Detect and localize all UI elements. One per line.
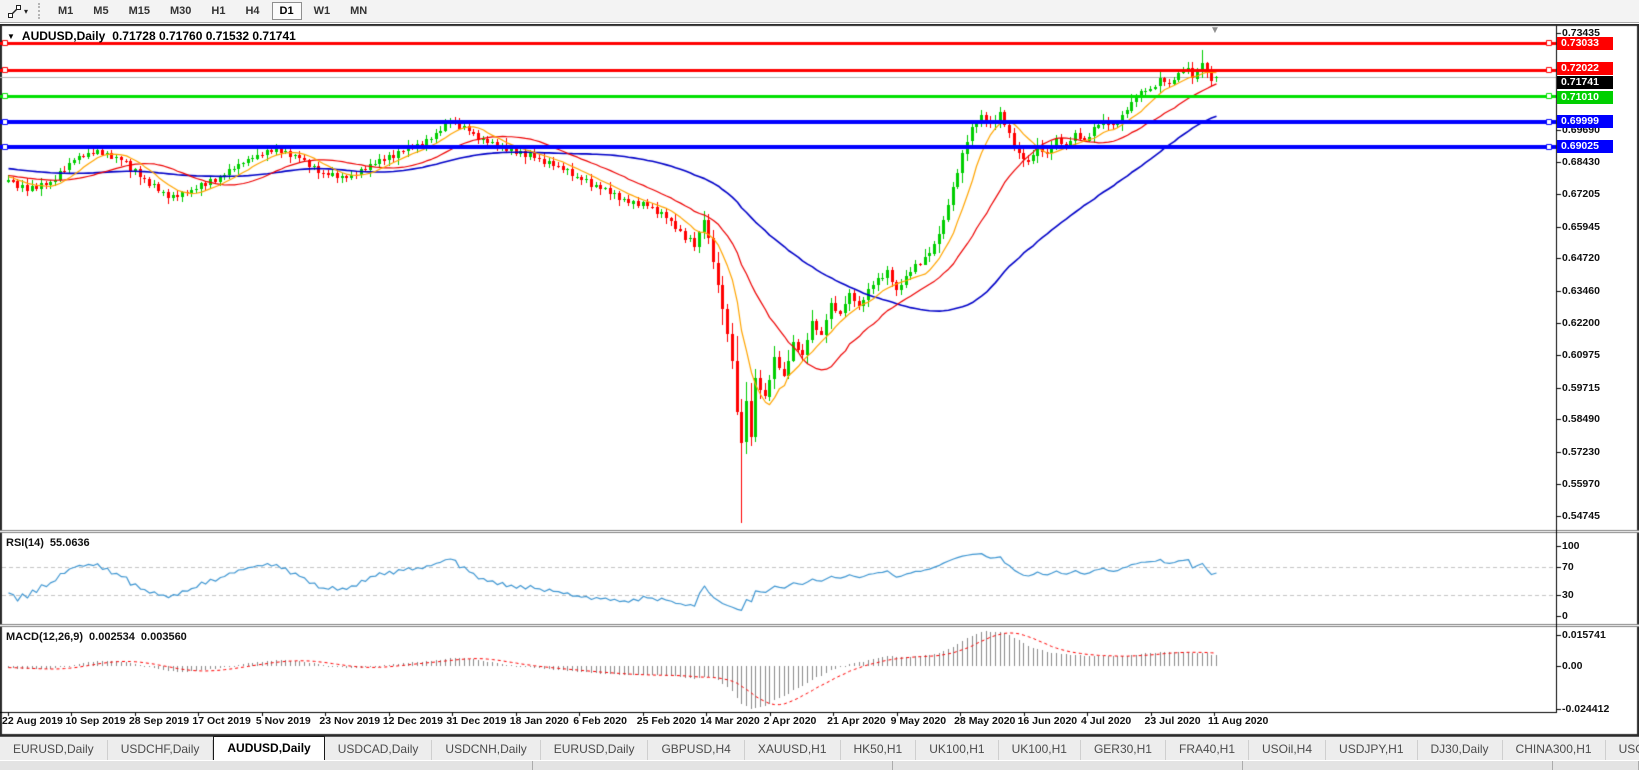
price-line-tag: 0.69999 <box>1557 115 1613 129</box>
chart-window: ▼ AUDUSD,Daily 0.71728 0.71760 0.71532 0… <box>0 24 1639 736</box>
status-cell <box>0 761 533 770</box>
date-axis-label: 17 Oct 2019 <box>192 715 251 727</box>
rsi-axis-label: 100 <box>1562 539 1580 552</box>
timeframe-button-h4[interactable]: H4 <box>237 2 267 20</box>
chart-tab-usoil-h1[interactable]: USOil,H1 <box>1606 740 1639 760</box>
timeframe-button-m15[interactable]: M15 <box>121 2 158 20</box>
date-axis-label: 23 Jul 2020 <box>1144 715 1201 727</box>
date-axis-label: 12 Dec 2019 <box>382 715 443 727</box>
autoscroll-marker-icon: ▼ <box>1210 25 1220 36</box>
date-axis-label: 21 Apr 2020 <box>827 715 886 727</box>
timeframe-button-w1[interactable]: W1 <box>306 2 339 20</box>
chart-tab-ger30-h1[interactable]: GER30,H1 <box>1081 740 1166 760</box>
collapse-arrow-icon[interactable]: ▼ <box>7 32 15 41</box>
price-axis-label: 0.63460 <box>1562 284 1600 297</box>
timeframe-button-d1[interactable]: D1 <box>271 2 302 20</box>
date-axis-label: 22 Aug 2019 <box>2 715 63 727</box>
macd-axis-label: 0.00 <box>1562 660 1583 672</box>
price-line-tag: 0.73033 <box>1557 36 1613 50</box>
chart-canvas[interactable] <box>0 24 1639 736</box>
date-axis-label: 2 Apr 2020 <box>763 715 817 727</box>
chart-title: ▼ AUDUSD,Daily 0.71728 0.71760 0.71532 0… <box>7 29 296 43</box>
price-axis-label: 0.68430 <box>1562 156 1600 169</box>
timeframe-button-h1[interactable]: H1 <box>203 2 233 20</box>
chart-tab-usdcnh-daily[interactable]: USDCNH,Daily <box>432 740 541 760</box>
macd-indicator-value-signal: 0.003560 <box>140 631 187 643</box>
chart-tab-usdcad-daily[interactable]: USDCAD,Daily <box>325 740 433 760</box>
chart-tab-gbpusd-h4[interactable]: GBPUSD,H4 <box>648 740 745 760</box>
timeframe-button-mn[interactable]: MN <box>342 2 375 20</box>
date-axis-label: 31 Dec 2019 <box>446 715 507 727</box>
timeframe-toolbar: ▾ M1 M5 M15 M30 H1 H4 D1 W1 MN <box>0 0 1639 23</box>
status-bar <box>0 760 1639 770</box>
macd-indicator-value-main: 0.002534 <box>89 631 135 643</box>
chart-tab-usdjpy-h1[interactable]: USDJPY,H1 <box>1326 740 1418 760</box>
status-cell <box>893 761 1243 770</box>
chart-tab-hk50-h1[interactable]: HK50,H1 <box>841 740 917 760</box>
line-tool-icon[interactable] <box>4 2 24 20</box>
timeframe-button-m1[interactable]: M1 <box>50 2 81 20</box>
date-axis-label: 9 May 2020 <box>890 715 947 727</box>
rsi-axis-label: 0 <box>1562 610 1568 622</box>
price-axis-label: 0.64720 <box>1562 252 1600 265</box>
chart-tab-fra40-h1[interactable]: FRA40,H1 <box>1166 740 1250 760</box>
price-axis-label: 0.67205 <box>1562 188 1600 200</box>
chart-tab-dj30-daily[interactable]: DJ30,Daily <box>1418 740 1503 760</box>
date-axis-label: 5 Nov 2019 <box>255 715 311 727</box>
price-line-tag: 0.71010 <box>1557 91 1613 105</box>
price-axis-label: 0.58490 <box>1562 413 1600 426</box>
status-cell <box>1553 761 1639 770</box>
ohlc-values: 0.71728 0.71760 0.71532 0.71741 <box>112 29 296 43</box>
macd-indicator-name: MACD(12,26,9) <box>6 631 84 643</box>
toolbar-separator <box>38 3 41 19</box>
price-axis-label: 0.65945 <box>1562 220 1600 233</box>
timeframe-button-m5[interactable]: M5 <box>85 2 116 20</box>
rsi-axis-label: 70 <box>1562 560 1574 573</box>
price-axis-label: 0.55970 <box>1562 478 1600 491</box>
macd-axis-label: 0.015741 <box>1562 629 1606 641</box>
chart-tab-usoil-h4[interactable]: USOil,H4 <box>1249 740 1327 760</box>
rsi-pane-label: RSI(14) 55.0636 <box>6 537 90 549</box>
date-axis-label: 25 Feb 2020 <box>636 715 697 727</box>
price-line-tag: 0.72022 <box>1557 62 1613 76</box>
chart-tab-uk100-h1[interactable]: UK100,H1 <box>916 740 999 760</box>
macd-pane-label: MACD(12,26,9) 0.002534 0.003560 <box>6 631 187 643</box>
date-axis-label: 14 Mar 2020 <box>700 715 760 727</box>
status-cell <box>533 761 893 770</box>
timeframe-button-m30[interactable]: M30 <box>162 2 199 20</box>
tool-dropdown-arrow-icon[interactable]: ▾ <box>24 7 28 16</box>
current-price-tag: 0.71741 <box>1557 76 1613 90</box>
chart-tab-xauusd-h1[interactable]: XAUUSD,H1 <box>745 740 841 760</box>
chart-tab-china300-h1[interactable]: CHINA300,H1 <box>1503 740 1606 760</box>
macd-axis-label: -0.024412 <box>1562 703 1610 715</box>
chart-tab-usdchf-daily[interactable]: USDCHF,Daily <box>108 740 214 760</box>
date-axis-label: 28 Sep 2019 <box>128 715 190 727</box>
price-axis-label: 0.62200 <box>1562 317 1600 330</box>
rsi-indicator-name: RSI(14) <box>6 537 44 549</box>
rsi-indicator-value: 55.0636 <box>49 537 90 549</box>
symbol-label: AUDUSD,Daily <box>21 29 106 43</box>
date-axis-label: 6 Feb 2020 <box>573 715 627 727</box>
status-cell <box>1243 761 1553 770</box>
date-axis-label: 18 Jan 2020 <box>509 715 569 727</box>
chart-tab-eurusd-daily[interactable]: EURUSD,Daily <box>0 740 108 760</box>
date-axis-label: 11 Aug 2020 <box>1208 715 1269 727</box>
date-axis-label: 16 Jun 2020 <box>1017 715 1078 727</box>
chart-tabs-bar: EURUSD,Daily USDCHF,Daily AUDUSD,Daily USDC… <box>0 736 1639 760</box>
price-axis-label: 0.54745 <box>1562 510 1600 522</box>
chart-tab-uk100-h1[interactable]: UK100,H1 <box>999 740 1081 760</box>
price-axis-label: 0.57230 <box>1562 445 1600 458</box>
price-axis-label: 0.59715 <box>1562 381 1600 394</box>
date-axis-label: 4 Jul 2020 <box>1081 715 1132 727</box>
chart-tab-eurusd-daily[interactable]: EURUSD,Daily <box>541 740 649 760</box>
timeframe-buttons: M1 M5 M15 M30 H1 H4 D1 W1 MN <box>48 2 377 20</box>
price-axis-label: 0.60975 <box>1562 349 1600 361</box>
date-axis-label: 23 Nov 2019 <box>319 715 381 727</box>
rsi-axis-label: 30 <box>1562 588 1574 601</box>
date-axis-label: 10 Sep 2019 <box>65 715 126 727</box>
chart-tab-audusd-daily[interactable]: AUDUSD,Daily <box>213 736 325 760</box>
price-line-tag: 0.69025 <box>1557 140 1613 154</box>
date-axis-label: 28 May 2020 <box>954 715 1016 727</box>
